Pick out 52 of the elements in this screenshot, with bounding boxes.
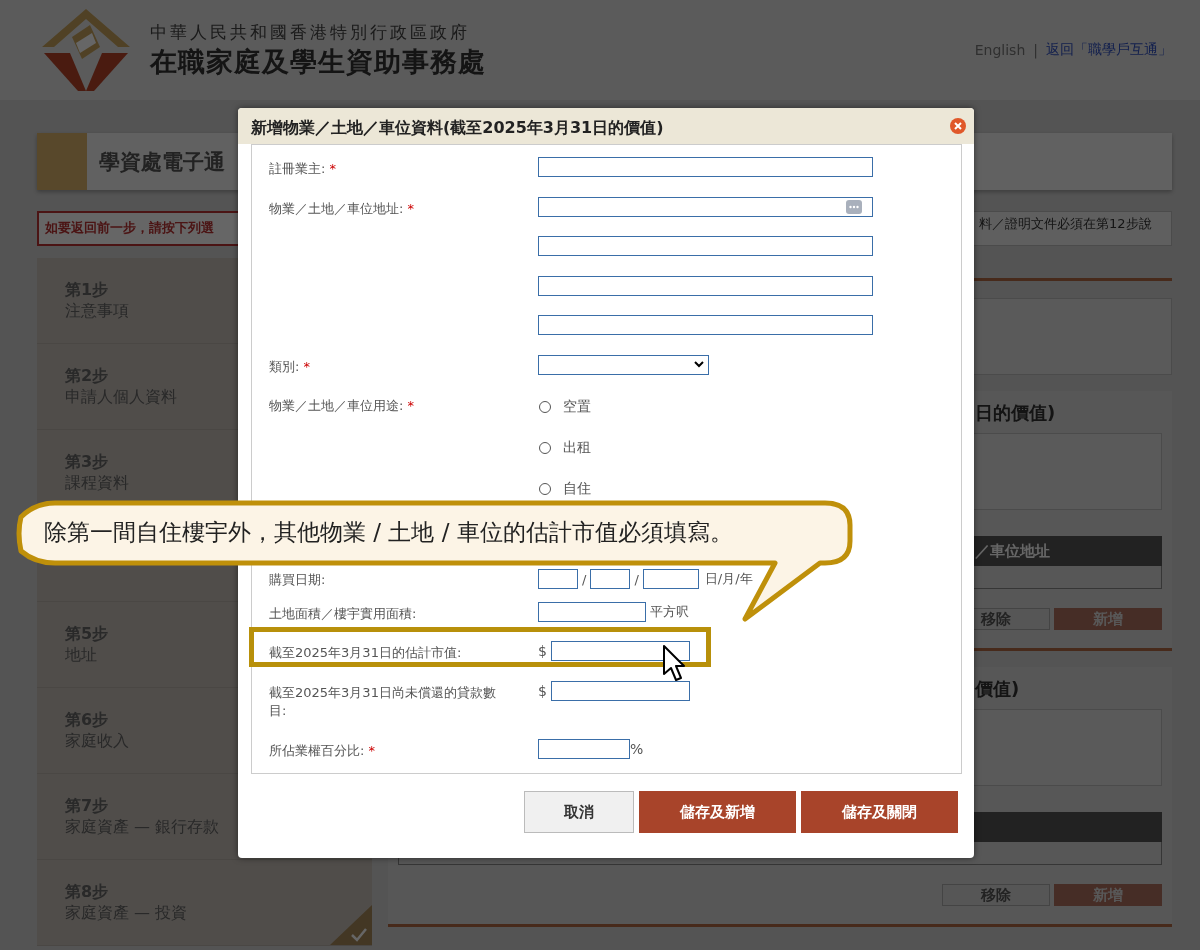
- percent-field[interactable]: [538, 739, 630, 759]
- close-icon[interactable]: [950, 118, 966, 134]
- unit-label: 平方呎: [650, 603, 689, 621]
- banner-mark: [37, 133, 87, 190]
- date-separator: /: [634, 571, 639, 587]
- department-name: 在職家庭及學生資助事務處: [150, 44, 486, 79]
- column-header: ／車位地址: [975, 541, 1050, 561]
- check-icon: [330, 905, 372, 945]
- date-separator: /: [582, 571, 587, 587]
- unit-label: %: [630, 741, 644, 757]
- chevron-icon: [694, 361, 704, 368]
- input-field[interactable]: [538, 157, 873, 177]
- date-format-hint: 日/月/年: [704, 570, 753, 588]
- dialog-button[interactable]: 儲存及新增: [639, 791, 796, 833]
- dialog-button[interactable]: 儲存及關閉: [801, 791, 958, 833]
- input-field[interactable]: [538, 236, 873, 256]
- section-title: 價值): [975, 677, 1020, 701]
- cursor-icon: [662, 644, 686, 684]
- select-field[interactable]: [538, 354, 709, 375]
- field-label: 購買日期:: [269, 572, 326, 587]
- required-mark: *: [368, 743, 375, 758]
- amount-field[interactable]: [550, 641, 690, 661]
- field-label: 註冊業主:: [269, 161, 326, 176]
- back-link[interactable]: 返回「職學戶互通」: [1046, 41, 1172, 59]
- day-select[interactable]: [538, 569, 578, 589]
- section-title: 日的價值): [975, 401, 1056, 425]
- link-separator: |: [1033, 42, 1038, 58]
- currency-symbol: $: [538, 643, 547, 659]
- field-label: 所佔業權百分比:: [269, 743, 365, 758]
- callout-text: 除第一間自住樓宇外，其他物業 / 土地 / 車位的估計市值必須填寫。: [44, 518, 733, 547]
- required-mark: *: [407, 200, 414, 216]
- logo-icon: [40, 7, 132, 93]
- address-field[interactable]: [538, 196, 873, 217]
- required-mark: *: [329, 161, 336, 176]
- year-select[interactable]: [642, 569, 699, 589]
- field-label: 物業／土地／車位地址:: [269, 200, 404, 216]
- dialog-title: 新增物業／土地／車位資料(截至2025年3月31日的價值): [251, 116, 664, 139]
- currency-symbol: $: [538, 683, 547, 699]
- input-field[interactable]: [538, 315, 873, 335]
- field-label: 類別:: [269, 358, 300, 374]
- dialog-button[interactable]: 取消: [524, 791, 634, 833]
- radio-label: 自住: [563, 479, 591, 498]
- area-field[interactable]: [538, 602, 646, 622]
- radio-label: 空置: [563, 397, 591, 416]
- month-select[interactable]: [590, 569, 631, 589]
- radio-label: 出租: [563, 438, 591, 457]
- required-mark: *: [407, 398, 414, 413]
- amount-field[interactable]: [550, 681, 690, 701]
- government-name: 中華人民共和國香港特別行政區政府: [150, 20, 471, 44]
- input-field[interactable]: [538, 275, 873, 296]
- required-mark: *: [303, 358, 310, 374]
- banner-title: 學資處電子通: [99, 148, 225, 176]
